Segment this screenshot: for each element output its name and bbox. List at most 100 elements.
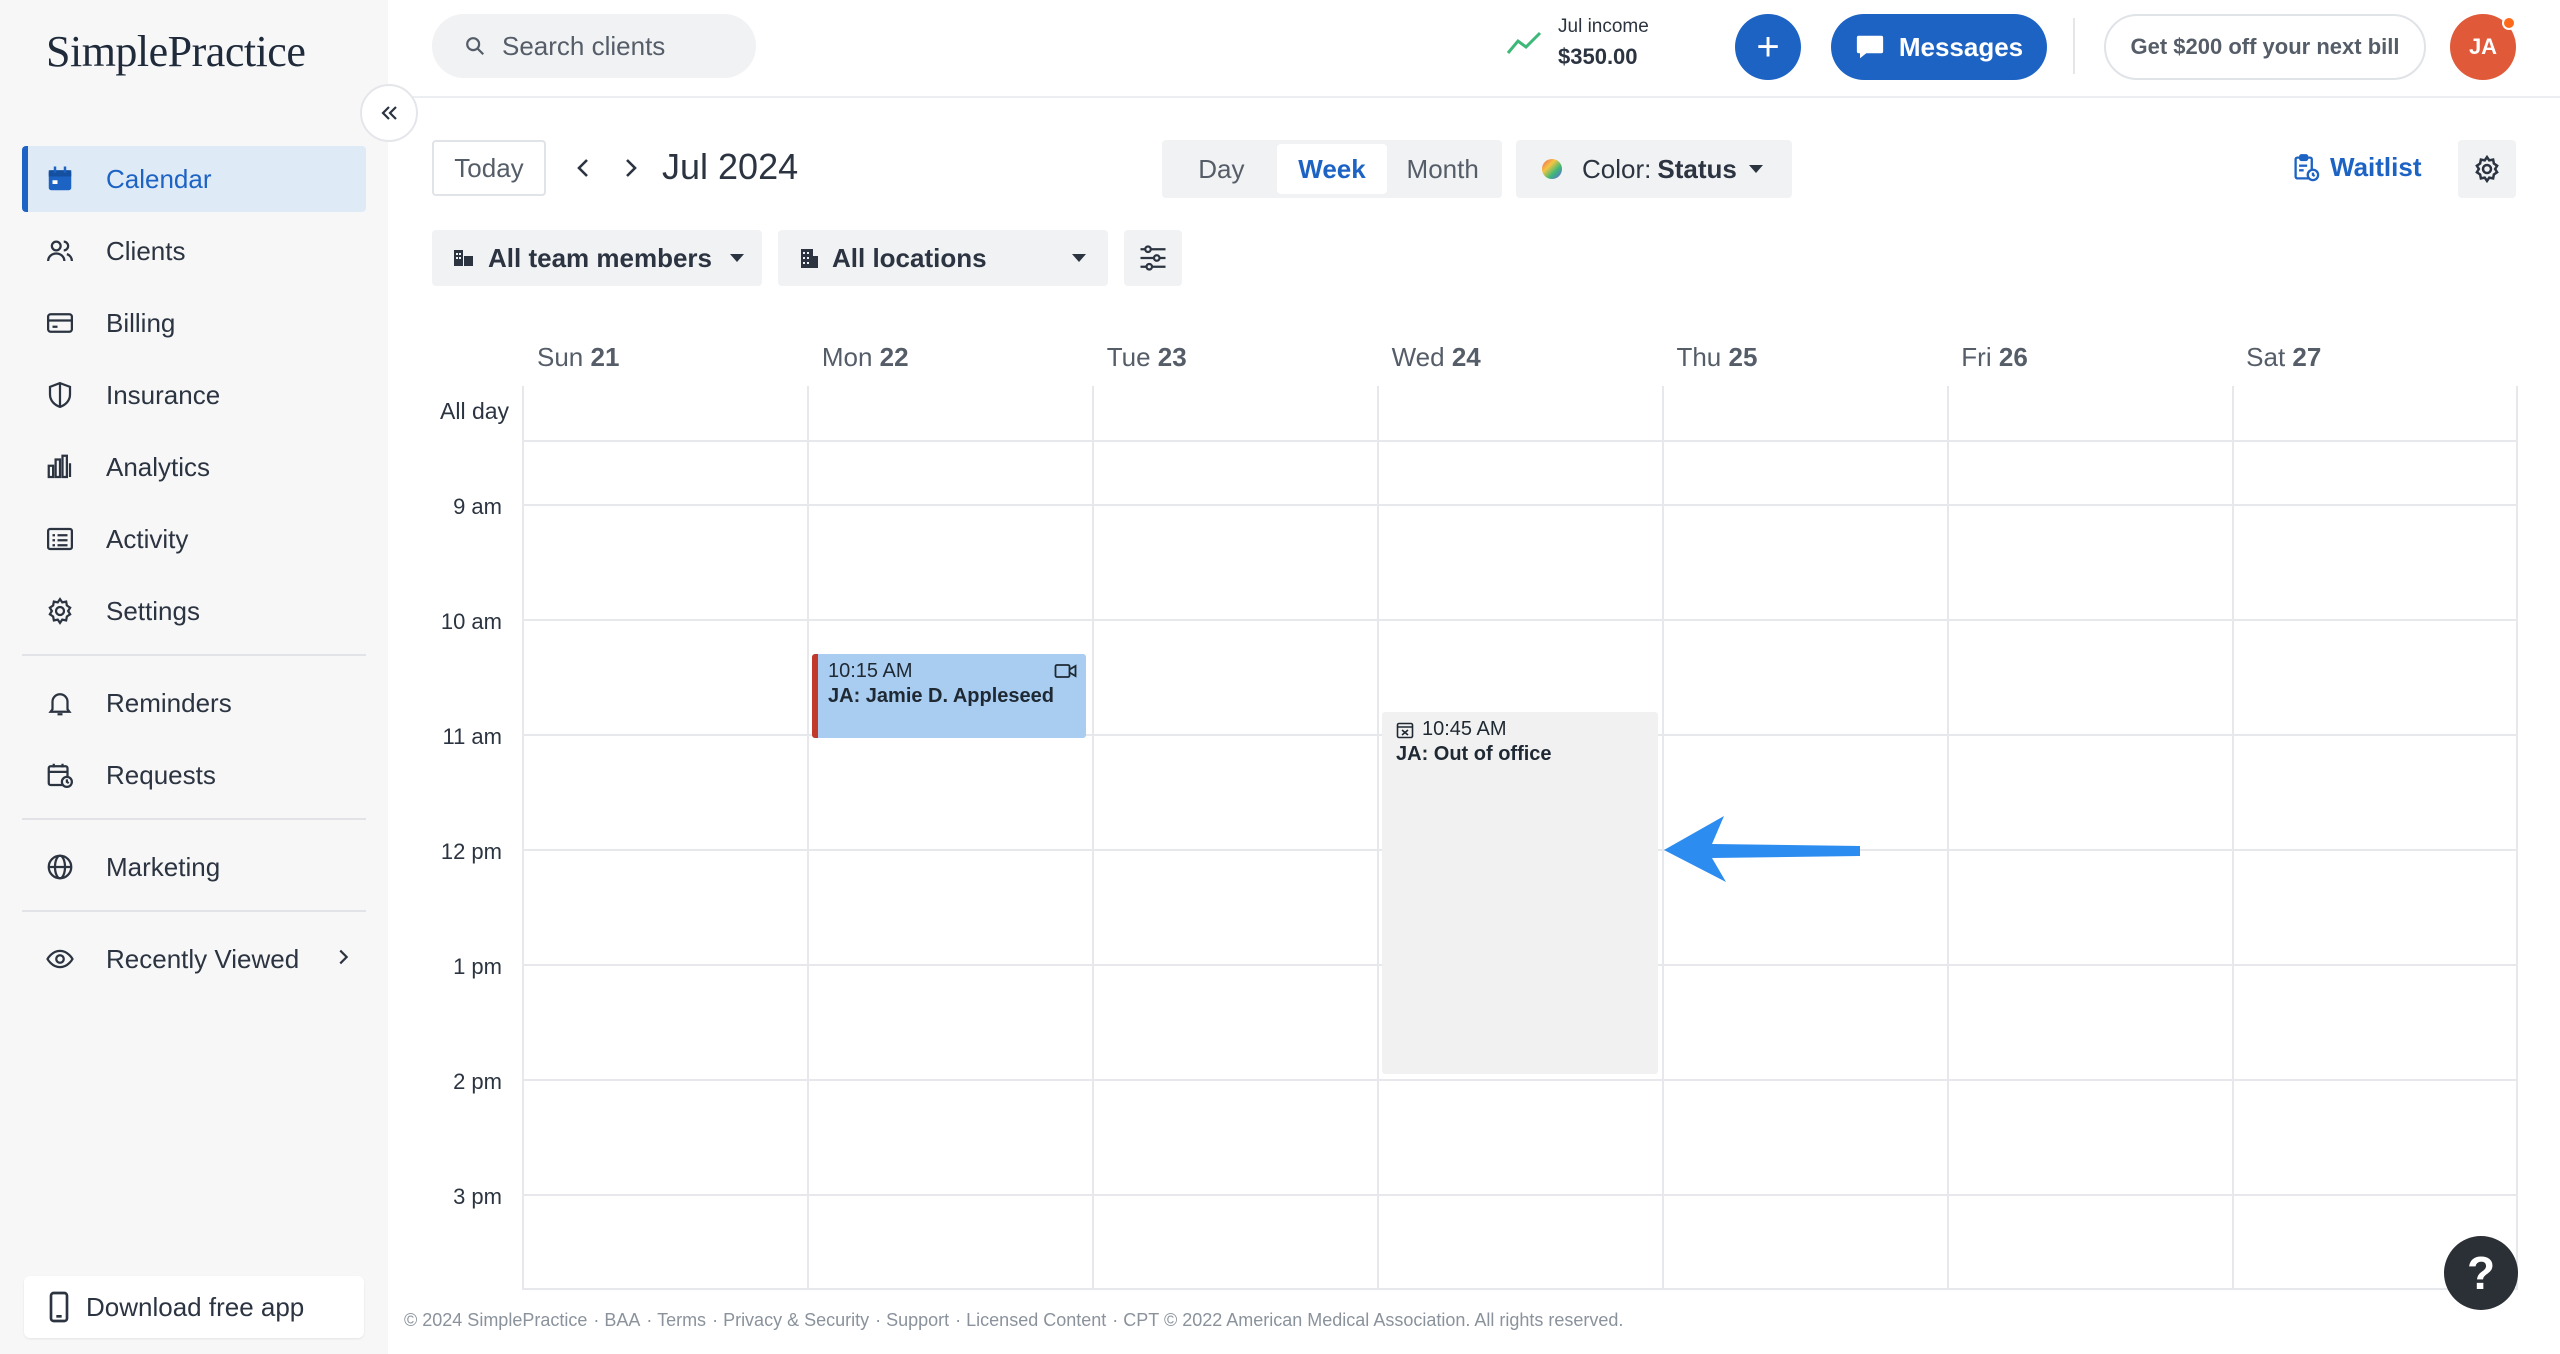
- view-week[interactable]: Week: [1276, 144, 1388, 194]
- day-number: 27: [2292, 342, 2322, 372]
- calendar-grid[interactable]: 10:15 AM JA: Jamie D. Appleseed 10:45 AM…: [522, 386, 2518, 1290]
- grid-line: [524, 619, 2518, 621]
- previous-week-button[interactable]: [568, 152, 598, 184]
- income-summary[interactable]: Jul income $350.00: [1506, 16, 1649, 70]
- locations-dropdown[interactable]: All locations: [778, 230, 1108, 286]
- promo-button[interactable]: Get $200 off your next bill: [2104, 14, 2426, 80]
- sidebar-item-reminders[interactable]: Reminders: [22, 670, 366, 736]
- day-name: Mon: [821, 342, 873, 372]
- sidebar-nav: Calendar Clients Billing Insurance Analy…: [22, 146, 366, 998]
- view-day[interactable]: Day: [1166, 144, 1277, 194]
- sidebar-item-label: Requests: [106, 759, 216, 790]
- sidebar-item-billing[interactable]: Billing: [22, 290, 366, 356]
- grid-line: [524, 1194, 2518, 1196]
- day-name: Fri: [1961, 342, 1992, 372]
- building-icon: [798, 246, 820, 270]
- gear-icon: [2472, 154, 2502, 184]
- day-header-sun[interactable]: Sun 21: [522, 330, 807, 386]
- sidebar-item-label: Activity: [106, 523, 189, 554]
- next-week-button[interactable]: [616, 152, 646, 184]
- out-of-office-event[interactable]: 10:45 AM JA: Out of office: [1382, 712, 1658, 1074]
- avatar-initials: JA: [2468, 34, 2498, 59]
- sidebar-item-calendar[interactable]: Calendar: [22, 146, 366, 212]
- collapse-sidebar-button[interactable]: [360, 84, 418, 142]
- gear-icon: [40, 591, 80, 631]
- sidebar-item-activity[interactable]: Activity: [22, 506, 366, 572]
- sidebar-item-label: Reminders: [106, 687, 232, 718]
- sidebar-item-label: Analytics: [106, 451, 211, 482]
- footer: © 2024 SimplePractice · BAA · Terms · Priva…: [404, 1310, 1624, 1330]
- users-icon: [40, 231, 80, 271]
- day-header-sat[interactable]: Sat 27: [2231, 330, 2516, 386]
- footer-link-licensed[interactable]: Licensed Content: [966, 1310, 1106, 1330]
- color-value: Status: [1657, 153, 1737, 184]
- today-button[interactable]: Today: [432, 140, 546, 196]
- logo[interactable]: SimplePractice: [46, 26, 306, 77]
- location-filter-label: All locations: [832, 242, 987, 273]
- footer-link-terms[interactable]: Terms: [657, 1310, 706, 1330]
- day-header-mon[interactable]: Mon 22: [807, 330, 1092, 386]
- footer-link-privacy[interactable]: Privacy & Security: [723, 1310, 869, 1330]
- day-header-tue[interactable]: Tue 23: [1092, 330, 1377, 386]
- sidebar-divider: [22, 910, 366, 912]
- download-app-button[interactable]: Download free app: [24, 1276, 364, 1338]
- avatar[interactable]: JA: [2450, 14, 2516, 80]
- income-value: $350.00: [1558, 44, 1638, 69]
- calendar-settings-button[interactable]: [2458, 140, 2516, 198]
- view-month[interactable]: Month: [1387, 144, 1498, 194]
- waitlist-button[interactable]: Waitlist: [2292, 152, 2421, 183]
- day-name: Tue: [1106, 342, 1151, 372]
- sidebar-item-analytics[interactable]: Analytics: [22, 434, 366, 500]
- plus-icon: +: [1756, 24, 1780, 69]
- footer-link-support[interactable]: Support: [886, 1310, 949, 1330]
- waitlist-label: Waitlist: [2330, 152, 2422, 182]
- sidebar-item-clients[interactable]: Clients: [22, 218, 366, 284]
- filter-settings-button[interactable]: [1124, 230, 1182, 286]
- color-dropdown[interactable]: Color: Status: [1516, 140, 1792, 198]
- caret-down-icon: [1748, 165, 1763, 173]
- search-icon: [464, 35, 486, 57]
- search-box[interactable]: [432, 14, 756, 78]
- appointment-event[interactable]: 10:15 AM JA: Jamie D. Appleseed: [812, 654, 1086, 738]
- event-title: JA: Jamie D. Appleseed: [828, 685, 1055, 707]
- grid-line: [524, 1288, 2518, 1290]
- chat-bubble-icon: [1855, 33, 1885, 61]
- footer-link-baa[interactable]: BAA: [604, 1310, 640, 1330]
- team-icon: [452, 247, 476, 269]
- sliders-icon: [1138, 244, 1168, 272]
- sidebar-item-marketing[interactable]: Marketing: [22, 834, 366, 900]
- event-time-text: 10:45 AM: [1422, 718, 1507, 740]
- calendar-clock-icon: [40, 755, 80, 795]
- grid-line: [524, 504, 2518, 506]
- day-number: 22: [879, 342, 909, 372]
- week-calendar: Sun 21 Mon 22 Tue 23 Wed 24 Thu 25 Fri 2…: [432, 330, 2518, 1290]
- team-members-dropdown[interactable]: All team members: [432, 230, 762, 286]
- view-toggle: Day Week Month: [1162, 140, 1502, 198]
- day-name: Wed: [1391, 342, 1445, 372]
- messages-button[interactable]: Messages: [1831, 14, 2047, 80]
- sidebar-item-requests[interactable]: Requests: [22, 742, 366, 808]
- search-input[interactable]: [502, 30, 732, 62]
- question-mark-icon: ?: [2466, 1247, 2496, 1299]
- video-camera-icon: [1054, 662, 1078, 685]
- sidebar: SimplePractice Calendar Clients Billing …: [0, 0, 388, 1354]
- eye-icon: [40, 939, 80, 979]
- day-number: 25: [1728, 342, 1758, 372]
- chevron-right-icon[interactable]: [332, 944, 354, 975]
- sidebar-item-settings[interactable]: Settings: [22, 578, 366, 644]
- day-header-fri[interactable]: Fri 26: [1946, 330, 2231, 386]
- credit-card-icon: [40, 303, 80, 343]
- day-number: 23: [1157, 342, 1187, 372]
- time-label: 9 am: [453, 494, 502, 519]
- day-header-thu[interactable]: Thu 25: [1661, 330, 1946, 386]
- add-button[interactable]: +: [1735, 14, 1801, 80]
- day-header-wed[interactable]: Wed 24: [1377, 330, 1662, 386]
- sidebar-item-insurance[interactable]: Insurance: [22, 362, 366, 428]
- sidebar-item-label: Billing: [106, 307, 176, 338]
- time-label: 3 pm: [453, 1184, 502, 1209]
- sidebar-item-recently-viewed[interactable]: Recently Viewed: [22, 926, 366, 992]
- grid-line: [1947, 386, 1949, 1290]
- time-label: 10 am: [440, 609, 502, 634]
- grid-line: [2232, 386, 2234, 1290]
- help-button[interactable]: ?: [2444, 1236, 2518, 1310]
